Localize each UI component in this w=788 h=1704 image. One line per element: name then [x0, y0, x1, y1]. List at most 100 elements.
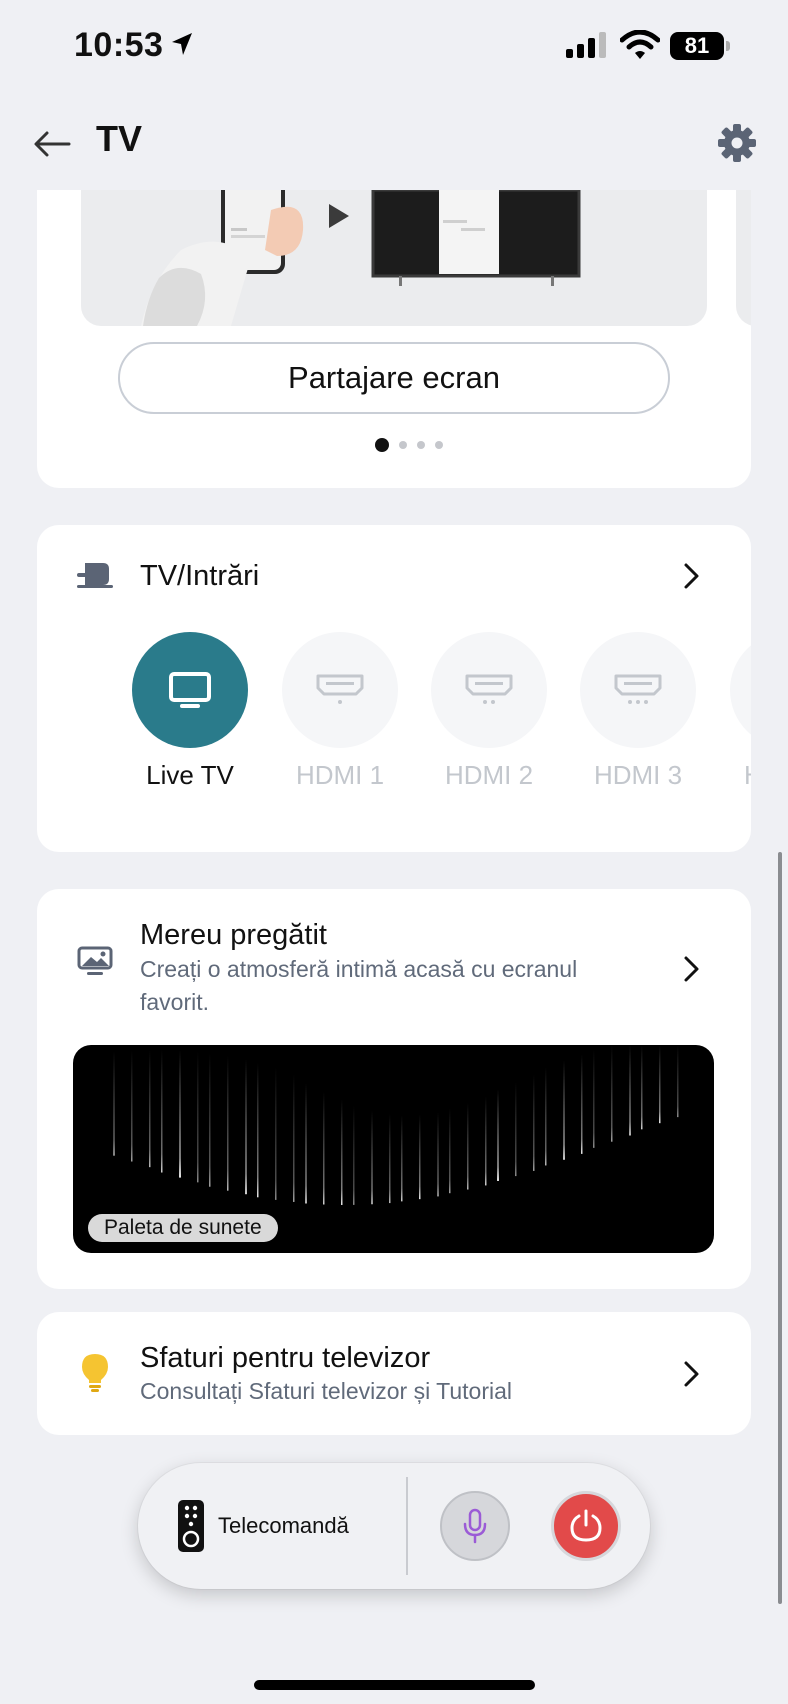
rain-streak: [497, 1089, 499, 1181]
inputs-title[interactable]: TV/Intrări: [140, 560, 259, 593]
remote-control-icon: [178, 1500, 204, 1552]
remote-control-bar: Telecomandă: [138, 1463, 650, 1589]
screen-share-button[interactable]: Partajare ecran: [118, 342, 670, 414]
next-slide-preview[interactable]: [736, 190, 751, 326]
phone-to-tv-illustration: [141, 190, 581, 326]
carousel-page-indicator[interactable]: [52, 438, 751, 452]
power-button[interactable]: [551, 1491, 621, 1561]
battery-tip: [726, 41, 730, 51]
power-icon: [570, 1509, 602, 1542]
ambient-preview-tag: Paleta de sunete: [88, 1214, 278, 1242]
screen-share-card: Partajare ecran: [37, 190, 751, 488]
input-label: HDMI 1: [295, 760, 385, 790]
rain-streak: [113, 1050, 115, 1156]
cellular-signal-icon: [566, 32, 608, 63]
rain-streak: [659, 1045, 661, 1124]
ambient-subtitle: Creați o atmosferă intimă acasă cu ecran…: [140, 956, 578, 1015]
tv-tips-card[interactable]: Sfaturi pentru televizor Consultați Sfat…: [37, 1312, 751, 1435]
hdmi-icon: [614, 674, 662, 704]
app-header: TV: [0, 100, 788, 190]
rain-streak: [581, 1054, 583, 1154]
ambient-title[interactable]: Mereu pregătit: [140, 919, 327, 952]
ambient-mode-card: Mereu pregătit Creați o atmosferă intimă…: [37, 889, 751, 1289]
rain-streak: [677, 1045, 679, 1118]
rain-streak: [275, 1067, 277, 1200]
chevron-right-icon[interactable]: [677, 954, 707, 984]
rain-streak: [533, 1074, 535, 1171]
home-indicator[interactable]: [254, 1680, 535, 1690]
chevron-right-icon[interactable]: [677, 1359, 707, 1389]
input-hdmi-2[interactable]: HDMI 2: [431, 632, 547, 791]
hdmi-icon: [465, 674, 513, 704]
rain-streak: [593, 1049, 595, 1148]
rain-streak: [641, 1045, 643, 1130]
page-dot[interactable]: [375, 438, 389, 452]
battery-indicator: 81: [670, 32, 724, 60]
picture-frame-icon: [73, 939, 117, 983]
chevron-right-icon[interactable]: [677, 561, 707, 591]
input-label: HDMI 4: [730, 760, 751, 791]
scrollbar[interactable]: [778, 852, 782, 1604]
tips-subtitle: Consultați Sfaturi televizor și Tutorial: [140, 1378, 512, 1404]
input-circle[interactable]: [431, 632, 547, 748]
input-label: HDMI 3: [593, 760, 683, 790]
rain-streak: [449, 1108, 451, 1194]
input-live-tv[interactable]: Live TV: [132, 632, 248, 791]
remote-control-label: Telecomandă: [218, 1513, 349, 1538]
input-label: Live TV: [146, 760, 234, 790]
input-hdmi-3[interactable]: HDMI 3: [580, 632, 696, 791]
page-title: TV: [96, 118, 143, 159]
location-arrow-icon: [170, 31, 194, 64]
rain-streak: [419, 1114, 421, 1200]
rain-streak: [515, 1081, 517, 1177]
rain-streak: [353, 1105, 355, 1205]
lightbulb-icon: [73, 1350, 117, 1394]
hdmi-icon: [316, 674, 364, 704]
input-hdmi-4[interactable]: HDMI 4: [730, 632, 751, 791]
tips-title: Sfaturi pentru televizor: [140, 1342, 431, 1374]
rain-streak: [227, 1055, 229, 1191]
rain-streak: [245, 1058, 247, 1195]
page-dot[interactable]: [417, 441, 425, 449]
page-dot[interactable]: [399, 441, 407, 449]
input-circle[interactable]: [132, 632, 248, 748]
back-button[interactable]: [30, 122, 74, 166]
rain-streak: [545, 1066, 547, 1166]
rain-streak: [197, 1051, 199, 1183]
rain-streak: [305, 1082, 307, 1204]
screen-share-illustration[interactable]: [81, 190, 707, 326]
input-circle[interactable]: [282, 632, 398, 748]
wifi-icon: [619, 29, 661, 65]
tv-inputs-card: TV/Intrări Live TV HDMI 1 HDMI 2 HDMI 3: [37, 525, 751, 852]
rain-streak: [563, 1060, 565, 1160]
rain-streak: [161, 1049, 163, 1173]
rain-streak: [437, 1112, 439, 1197]
rain-streak: [611, 1045, 613, 1142]
gear-icon: [718, 124, 756, 162]
divider: [406, 1477, 408, 1575]
inputs-list: Live TV HDMI 1 HDMI 2 HDMI 3: [95, 632, 751, 822]
settings-button[interactable]: [712, 118, 762, 168]
rain-streak: [371, 1110, 373, 1205]
rain-streak: [401, 1115, 403, 1202]
input-circle[interactable]: [730, 632, 751, 748]
rain-streak: [341, 1099, 343, 1205]
remote-control-button[interactable]: Telecomandă: [178, 1491, 349, 1561]
back-arrow-icon: [34, 131, 71, 157]
rain-streak: [467, 1102, 469, 1190]
rain-streak: [131, 1050, 133, 1162]
tv-icon: [169, 672, 211, 708]
input-hdmi-1[interactable]: HDMI 1: [282, 632, 398, 791]
rain-streak: [485, 1096, 487, 1186]
ambient-preview-image[interactable]: Paleta de sunete: [73, 1045, 714, 1253]
voice-button[interactable]: [440, 1491, 510, 1561]
microphone-icon: [463, 1508, 487, 1544]
input-circle[interactable]: [580, 632, 696, 748]
rain-streak: [629, 1045, 631, 1136]
rain-streak: [389, 1113, 391, 1204]
status-bar: 10:53 81: [0, 0, 788, 95]
input-source-icon: [73, 553, 117, 597]
rain-streak: [323, 1091, 325, 1205]
rain-streak: [257, 1062, 259, 1198]
page-dot[interactable]: [435, 441, 443, 449]
